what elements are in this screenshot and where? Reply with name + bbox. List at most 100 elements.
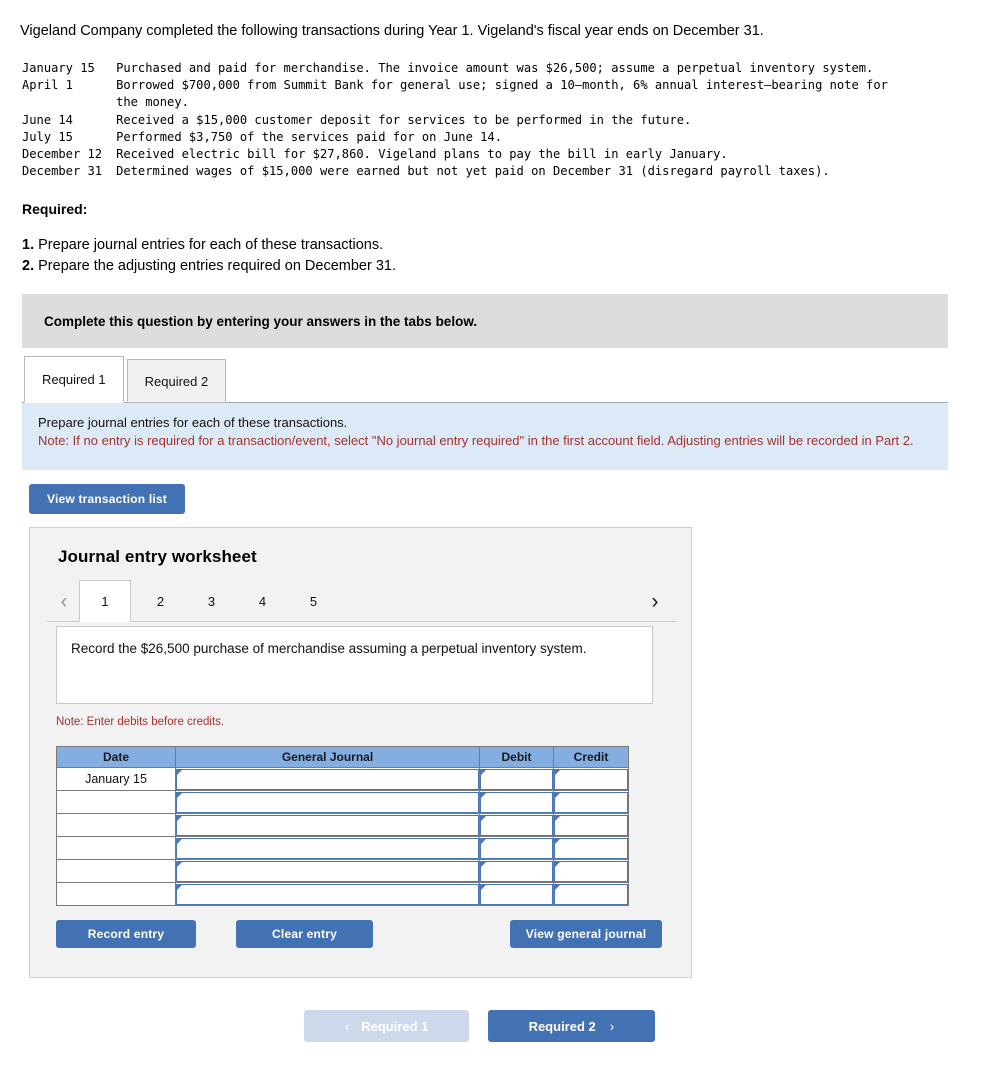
- worksheet-page-3[interactable]: 3: [193, 581, 230, 622]
- cell-credit[interactable]: [553, 790, 629, 814]
- cell-date: [56, 859, 176, 883]
- debit-input[interactable]: [480, 768, 553, 790]
- credit-input[interactable]: [554, 837, 628, 859]
- account-select-field[interactable]: [176, 883, 479, 905]
- chevron-left-icon[interactable]: ‹: [49, 591, 79, 612]
- transaction-date: July 15: [22, 129, 73, 144]
- tab-required-1[interactable]: Required 1: [24, 356, 124, 403]
- cell-debit[interactable]: [479, 859, 554, 883]
- transaction-description: Purchased and paid for merchandise. The …: [116, 61, 874, 75]
- account-select-field[interactable]: [176, 837, 479, 859]
- worksheet-page-5[interactable]: 5: [295, 581, 332, 622]
- nav-prev-label: Required 1: [361, 1018, 429, 1034]
- transaction-date: January 15: [22, 61, 95, 75]
- table-row: [56, 882, 629, 906]
- cell-date: [56, 836, 176, 860]
- instruction-banner: Complete this question by entering your …: [22, 294, 948, 348]
- tab-required-2[interactable]: Required 2: [126, 359, 227, 403]
- cell-date: [56, 790, 176, 814]
- cell-debit[interactable]: [479, 767, 554, 791]
- table-row: [56, 790, 629, 814]
- cell-credit[interactable]: [553, 767, 629, 791]
- cell-general-journal[interactable]: [175, 882, 480, 906]
- cell-date: January 15: [56, 767, 176, 791]
- debit-input[interactable]: [480, 837, 553, 859]
- debit-input[interactable]: [480, 814, 553, 836]
- cell-general-journal[interactable]: [175, 790, 480, 814]
- chevron-right-icon[interactable]: ›: [640, 591, 670, 612]
- transaction-row: December 31 Determined wages of $15,000 …: [22, 163, 916, 180]
- credit-input[interactable]: [554, 768, 628, 790]
- clear-entry-button[interactable]: Clear entry: [236, 920, 373, 948]
- transaction-row: January 15 Purchased and paid for mercha…: [22, 60, 916, 77]
- column-header-debit: Debit: [479, 746, 554, 768]
- info-panel-note: Note: If no entry is required for a tran…: [38, 433, 914, 449]
- transaction-date: December 31: [22, 164, 103, 179]
- cell-general-journal[interactable]: [175, 767, 480, 791]
- nav-next-label: Required 2: [528, 1018, 596, 1034]
- transaction-list-body: January 15 Purchased and paid for mercha…: [22, 60, 916, 180]
- cell-general-journal[interactable]: [175, 813, 480, 837]
- cell-credit[interactable]: [553, 882, 629, 906]
- cell-general-journal[interactable]: [175, 836, 480, 860]
- cell-debit[interactable]: [479, 836, 554, 860]
- transaction-description: Received a $15,000 customer deposit for …: [116, 112, 692, 127]
- view-general-journal-button[interactable]: View general journal: [510, 920, 662, 948]
- debit-input[interactable]: [480, 791, 553, 813]
- required-item: 1. Prepare journal entries for each of t…: [22, 235, 396, 256]
- credit-input[interactable]: [554, 860, 628, 882]
- cell-debit[interactable]: [479, 790, 554, 814]
- nav-required-2-button[interactable]: Required 2 ›: [488, 1010, 655, 1042]
- debit-input[interactable]: [480, 860, 553, 882]
- account-select-field[interactable]: [176, 791, 479, 813]
- worksheet-title: Journal entry worksheet: [58, 547, 257, 566]
- worksheet-page-1[interactable]: 1: [79, 580, 131, 622]
- cell-debit[interactable]: [479, 882, 554, 906]
- cell-credit[interactable]: [553, 859, 629, 883]
- worksheet-page-4[interactable]: 4: [244, 581, 281, 622]
- credit-input[interactable]: [554, 883, 628, 905]
- column-header-date: Date: [56, 746, 176, 768]
- table-row: [56, 813, 629, 837]
- nav-required-1-button[interactable]: ‹ Required 1: [304, 1010, 469, 1042]
- table-row: January 15: [56, 767, 629, 791]
- transaction-description: Performed $3,750 of the services paid fo…: [116, 129, 502, 144]
- record-entry-button[interactable]: Record entry: [56, 920, 196, 948]
- table-row: [56, 836, 629, 860]
- account-select-field[interactable]: [176, 860, 479, 882]
- debit-input[interactable]: [480, 883, 553, 905]
- problem-intro: Vigeland Company completed the following…: [20, 23, 764, 39]
- cell-credit[interactable]: [553, 836, 629, 860]
- transaction-description: Borrowed $700,000 from Summit Bank for g…: [116, 78, 888, 110]
- transaction-description: Received electric bill for $27,860. Vige…: [116, 146, 728, 161]
- journal-entry-table: Date General Journal Debit Credit Januar…: [56, 746, 629, 906]
- required-heading: Required:: [22, 201, 88, 217]
- transaction-description: Determined wages of $15,000 were earned …: [116, 164, 830, 179]
- credit-input[interactable]: [554, 814, 628, 836]
- chevron-right-icon: ›: [609, 1018, 615, 1034]
- credit-input[interactable]: [554, 791, 628, 813]
- worksheet-note: Note: Enter debits before credits.: [56, 716, 225, 728]
- table-row: [56, 859, 629, 883]
- view-transaction-list-button[interactable]: View transaction list: [29, 484, 185, 514]
- transaction-row: June 14 Received a $15,000 customer depo…: [22, 112, 916, 129]
- required-item-number: 2.: [22, 257, 35, 274]
- required-list: 1. Prepare journal entries for each of t…: [22, 235, 396, 276]
- info-panel-instruction: Prepare journal entries for each of thes…: [38, 415, 348, 430]
- journal-table-head: Date General Journal Debit Credit: [56, 746, 629, 768]
- required-tabs: Required 1 Required 2: [24, 356, 229, 403]
- cell-date: [56, 813, 176, 837]
- account-select-field[interactable]: [176, 814, 479, 836]
- chevron-left-icon: ‹: [344, 1018, 350, 1034]
- worksheet-pager: ‹ 1 2 3 4 5 ›: [47, 580, 676, 622]
- journal-table-body: January 15: [56, 767, 629, 906]
- cell-general-journal[interactable]: [175, 859, 480, 883]
- worksheet-page-2[interactable]: 2: [142, 581, 179, 622]
- cell-debit[interactable]: [479, 813, 554, 837]
- info-panel: Prepare journal entries for each of thes…: [22, 402, 948, 470]
- cell-date: [56, 882, 176, 906]
- instruction-banner-text: Complete this question by entering your …: [44, 313, 478, 329]
- required-item: 2. Prepare the adjusting entries require…: [22, 256, 396, 277]
- cell-credit[interactable]: [553, 813, 629, 837]
- account-select-field[interactable]: [176, 768, 479, 790]
